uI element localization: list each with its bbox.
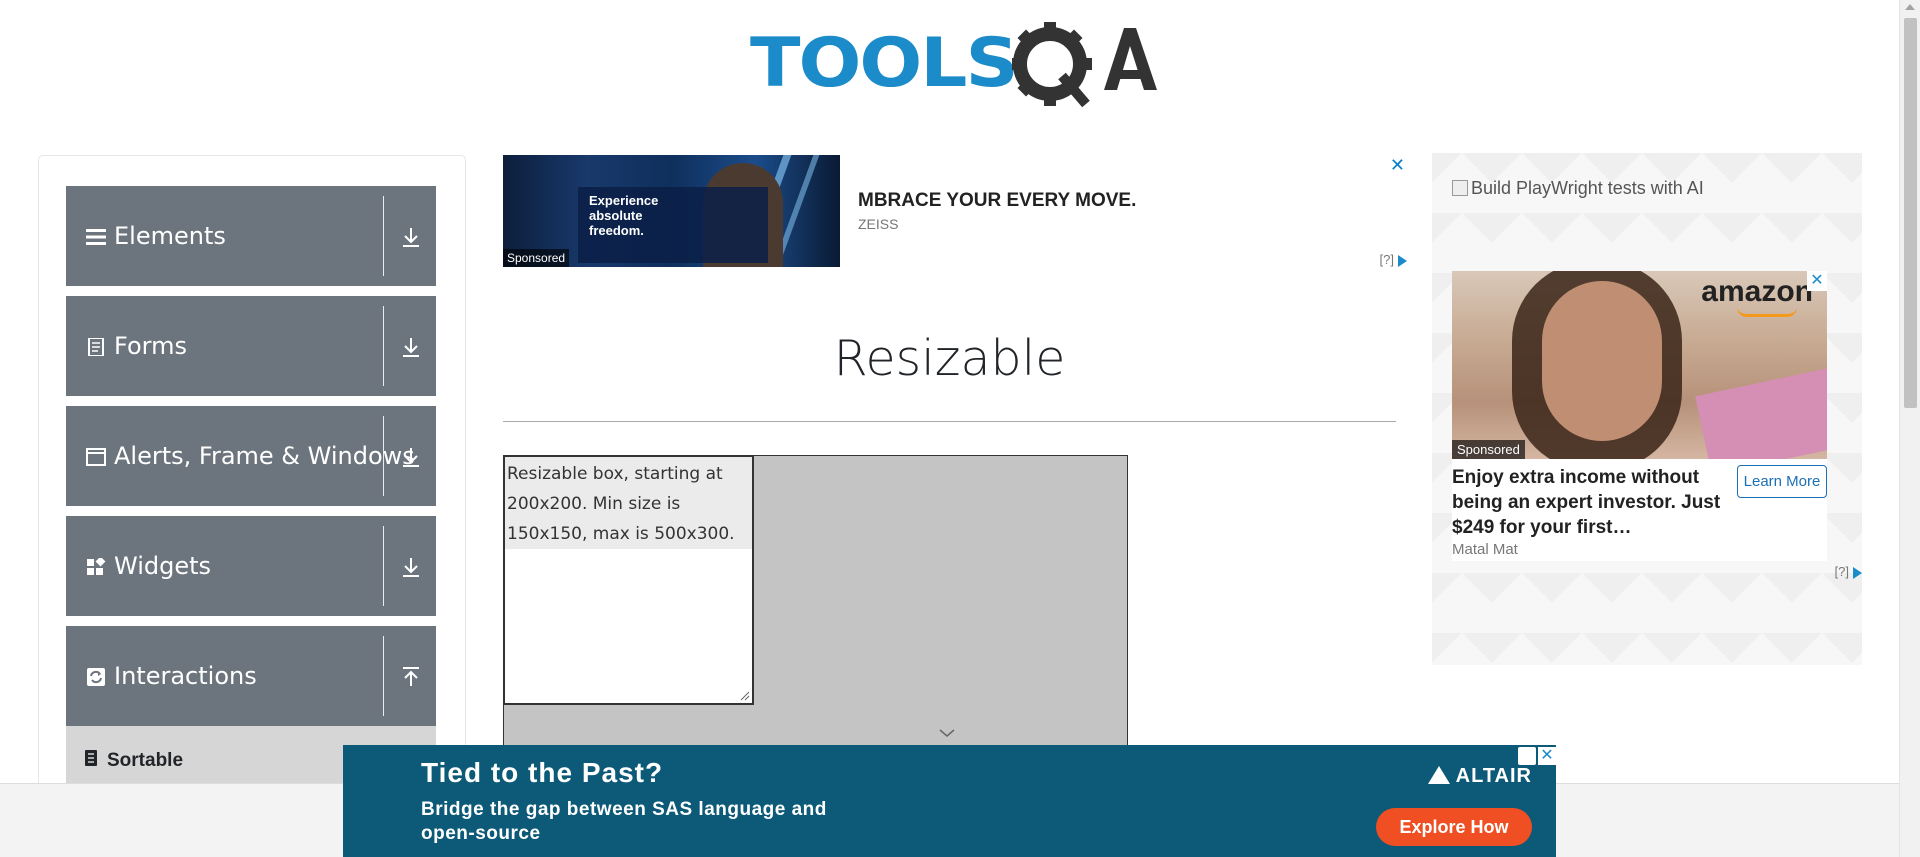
chevron-down-icon[interactable] — [938, 727, 956, 739]
nav-group-label: Forms — [114, 332, 187, 360]
nav-group-label: Interactions — [114, 662, 257, 690]
adchoices-label: [?] — [1834, 564, 1849, 579]
ad-body: Bridge the gap between SAS language and … — [421, 799, 827, 844]
logo-text: TOOLS — [750, 23, 1019, 103]
divider — [383, 196, 384, 276]
divider — [383, 306, 384, 386]
top-banner-ad[interactable]: Experience absolute freedom. Sponsored M… — [503, 155, 1413, 267]
resizable-box[interactable]: Resizable box, starting at 200x200. Min … — [503, 455, 754, 705]
nav-item-label: Sortable — [107, 750, 184, 771]
scroll-up-icon[interactable] — [1905, 4, 1915, 10]
nav-group-interactions[interactable]: Interactions — [66, 626, 436, 726]
nav-group-label: Widgets — [114, 552, 212, 580]
advertiser-name: Matal Mat — [1452, 541, 1518, 558]
broken-image[interactable]: Build PlayWright tests with AI — [1452, 178, 1704, 199]
page-title: Resizable — [833, 330, 1066, 387]
close-icon[interactable]: ✕ — [1807, 271, 1827, 291]
ad-headline[interactable]: Enjoy extra income without being an expe… — [1452, 465, 1732, 540]
widgets-icon — [87, 558, 106, 575]
resize-handle-icon[interactable] — [740, 691, 750, 701]
nav-group-label: Elements — [114, 222, 226, 250]
altair-logo-text: ALTAIR — [1455, 765, 1532, 787]
download-arrow-icon[interactable] — [400, 556, 422, 578]
title-divider — [503, 421, 1396, 422]
native-ad-card[interactable]: amazon ✕ Sponsored Enjoy extra income wi… — [1452, 271, 1827, 561]
sponsored-label: Sponsored — [503, 249, 570, 267]
scrollbar-thumb[interactable] — [1904, 18, 1917, 408]
nav-group-elements[interactable]: Elements — [66, 186, 436, 286]
hamburger-icon — [86, 229, 106, 245]
ad-title: Tied to the Past? — [421, 757, 664, 788]
adchoices-icon[interactable]: [?] — [1380, 252, 1407, 267]
close-icon[interactable]: ✕ — [1538, 747, 1556, 765]
ad-headline[interactable]: MBRACE YOUR EVERY MOVE. — [858, 190, 1136, 212]
amazon-logo: amazon — [1701, 275, 1813, 308]
ad-photo[interactable]: amazon ✕ Sponsored — [1452, 271, 1827, 459]
ad-brand: ZEISS — [858, 216, 899, 232]
learn-more-button[interactable]: Learn More — [1737, 465, 1827, 498]
refresh-icon — [87, 668, 105, 686]
broken-image-alt: Build PlayWright tests with AI — [1471, 178, 1704, 198]
sponsored-label: Sponsored — [1452, 440, 1525, 459]
resizable-box-text: Resizable box, starting at 200x200. Min … — [505, 457, 752, 549]
download-arrow-icon[interactable] — [400, 446, 422, 468]
download-arrow-icon[interactable] — [400, 336, 422, 358]
upload-arrow-icon[interactable] — [400, 666, 422, 688]
ad-image[interactable]: Experience absolute freedom. Sponsored — [503, 155, 840, 267]
document-icon — [88, 338, 104, 356]
site-header: TOOLS — [0, 0, 1899, 130]
close-icon[interactable]: ✕ — [1390, 155, 1405, 176]
adchoices-label: [?] — [1379, 252, 1394, 267]
nav-group-label: Alerts, Frame & Windows — [114, 442, 415, 470]
money-image — [1695, 367, 1827, 459]
broken-image-icon — [1452, 180, 1468, 196]
divider — [383, 526, 384, 606]
divider — [383, 416, 384, 496]
altair-logo-icon — [1427, 766, 1450, 784]
ad-image-title: Experience absolute freedom. — [589, 193, 659, 238]
bottom-sticky-ad[interactable]: Tied to the Past? Bridge the gap between… — [343, 745, 1556, 857]
window-icon — [86, 448, 106, 466]
nav-group-alerts[interactable]: Alerts, Frame & Windows — [66, 406, 436, 506]
book-icon — [85, 750, 97, 766]
info-icon[interactable] — [1518, 747, 1536, 765]
altair-logo: ALTAIR — [1427, 765, 1532, 788]
toolsqa-logo[interactable]: TOOLS — [750, 18, 1157, 114]
right-sidebar-ad: Build PlayWright tests with AI amazon ✕ … — [1432, 153, 1862, 665]
divider — [383, 636, 384, 716]
adchoices-icon[interactable]: [?] — [1835, 564, 1862, 579]
explore-how-button[interactable]: Explore How — [1376, 808, 1532, 846]
nav-group-widgets[interactable]: Widgets — [66, 516, 436, 616]
nav-group-forms[interactable]: Forms — [66, 296, 436, 396]
gear-q-icon — [1012, 22, 1157, 108]
vertical-scrollbar[interactable] — [1899, 0, 1920, 857]
download-arrow-icon[interactable] — [400, 226, 422, 248]
